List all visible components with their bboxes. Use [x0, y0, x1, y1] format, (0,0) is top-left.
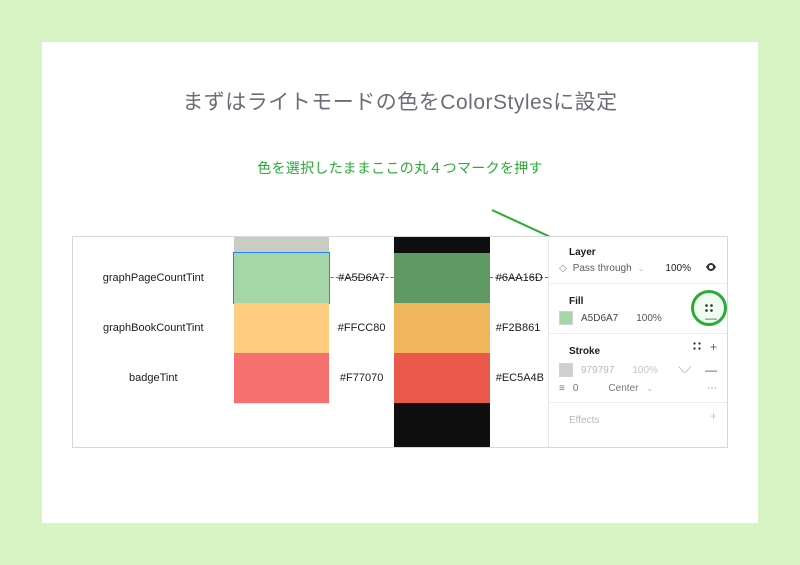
stroke-hex[interactable]: 979797 [581, 365, 614, 376]
add-effect-button[interactable]: + [710, 409, 717, 423]
table-row: sectionSeparator #C8CCC2 #161616 [73, 236, 548, 253]
styles-fourdot-stroke[interactable] [692, 340, 702, 354]
swatch-dark[interactable] [394, 353, 490, 403]
stroke-weight[interactable]: 0 [573, 383, 579, 394]
swatch-dark[interactable] [394, 253, 490, 303]
stroke-section: Stroke + 979797 100% ⟍⟋ — [549, 334, 727, 403]
chevron-down-icon[interactable]: ⌄ [646, 384, 653, 393]
fill-heading: Fill [559, 288, 717, 311]
effects-heading: Effects [559, 407, 717, 430]
opacity-value[interactable]: 100% [665, 263, 691, 274]
annotation-text: 色を選択したままここの丸４つマークを押す [42, 158, 758, 178]
stroke-visibility-icon[interactable]: ⟍⟋ [678, 365, 691, 376]
eye-icon[interactable] [705, 262, 717, 275]
hex-dark: #EC5A4B [490, 372, 548, 384]
table-row: graphPageCountTint #A5D6A7 #6AA16D [73, 253, 548, 303]
fill-hex[interactable]: A5D6A7 [581, 313, 618, 324]
effects-section: Effects + [549, 403, 727, 438]
swatch-light[interactable] [234, 403, 330, 448]
swatch-light-selected[interactable] [234, 253, 330, 303]
color-name: badgeTint [73, 372, 234, 384]
hex-dark: #6AA16D [490, 272, 548, 284]
page-title: まずはライトモードの色をColorStylesに設定 [42, 86, 758, 116]
swatch-dark[interactable] [394, 403, 490, 448]
layer-section: Layer ◇ Pass through ⌄ 100% [549, 237, 727, 284]
blend-mode[interactable]: Pass through [573, 263, 632, 274]
stroke-chip[interactable] [559, 363, 573, 377]
stroke-align[interactable]: Center [608, 383, 638, 394]
hex-dark: #F2B861 [490, 322, 548, 334]
swatch-dark[interactable] [394, 236, 490, 253]
table-row: badgeTint #F77070 #EC5A4B [73, 353, 548, 403]
stroke-opacity[interactable]: 100% [632, 365, 658, 376]
fill-chip[interactable] [559, 311, 573, 325]
swatch-light[interactable] [234, 353, 330, 403]
hex-light: #F77070 [329, 372, 394, 384]
add-stroke-button[interactable]: + [710, 340, 717, 354]
table-row [73, 403, 548, 448]
hex-light: #A5D6A7 [329, 272, 394, 284]
blend-dropdown-icon[interactable]: ◇ [559, 263, 567, 274]
color-name: graphPageCountTint [73, 272, 234, 284]
tutorial-card: まずはライトモードの色をColorStylesに設定 色を選択したままここの丸４… [42, 42, 758, 523]
layer-heading: Layer [559, 239, 717, 262]
stroke-weight-icon: ≡ [559, 383, 565, 394]
color-name: graphBookCountTint [73, 322, 234, 334]
swatch-light[interactable] [234, 236, 330, 253]
inspector-panel: Layer ◇ Pass through ⌄ 100% Fill A5D6A7 … [548, 237, 727, 447]
swatch-light[interactable] [234, 303, 330, 353]
table-row: graphBookCountTint #FFCC80 #F2B861 [73, 303, 548, 353]
remove-stroke-button[interactable]: — [705, 364, 717, 376]
stroke-more-button[interactable]: ⋯ [707, 383, 717, 394]
hex-light: #FFCC80 [329, 322, 394, 334]
figma-screenshot: sectionSeparator #C8CCC2 #161616 graphPa… [72, 236, 728, 448]
styles-fourdot-button[interactable] [701, 300, 717, 316]
chevron-down-icon[interactable]: ⌄ [638, 264, 645, 273]
fill-opacity[interactable]: 100% [636, 313, 662, 324]
swatch-dark[interactable] [394, 303, 490, 353]
